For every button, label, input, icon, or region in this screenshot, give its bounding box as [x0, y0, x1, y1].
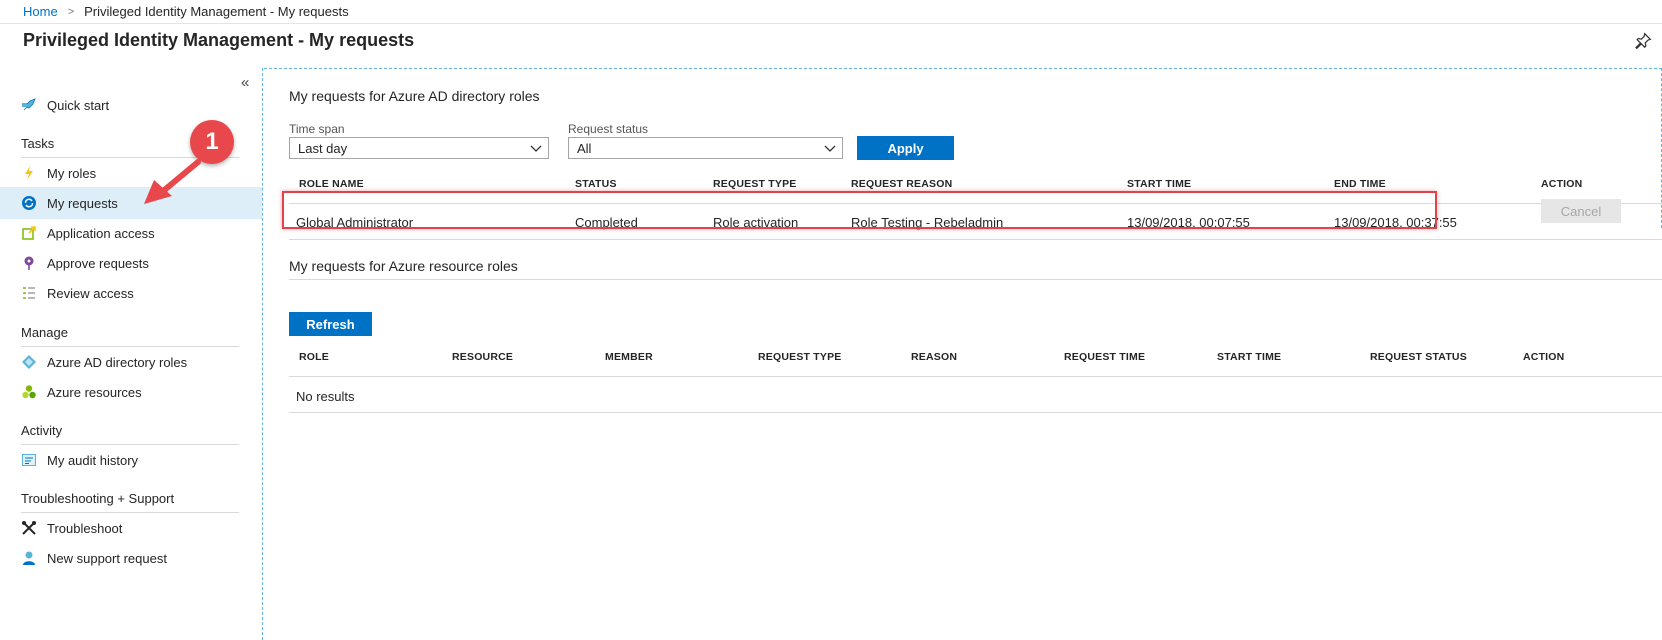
checklist-icon	[21, 285, 37, 301]
column-header: RESOURCE	[452, 351, 514, 363]
lightning-icon	[21, 165, 37, 181]
time-span-value: Last day	[298, 140, 348, 156]
directory-roles-title: My requests for Azure AD directory roles	[289, 88, 540, 104]
highlight-box	[282, 191, 1437, 229]
column-header: REQUEST STATUS	[1370, 351, 1467, 363]
sidebar-item-label: Quick start	[47, 97, 110, 113]
column-header: REQUEST TYPE	[758, 351, 842, 363]
divider	[289, 239, 1662, 240]
sidebar-item-azure-resources[interactable]: Azure resources	[0, 376, 262, 408]
refresh-circle-icon	[21, 195, 37, 211]
column-header: ROLE	[299, 351, 329, 363]
column-header: ACTION	[1541, 178, 1583, 190]
apply-button[interactable]: Apply	[857, 136, 954, 160]
column-header: MEMBER	[605, 351, 653, 363]
column-header: END TIME	[1334, 178, 1386, 190]
column-header: START TIME	[1127, 178, 1192, 190]
sidebar-item-approve-requests[interactable]: Approve requests	[0, 247, 262, 279]
time-span-select[interactable]: Last day	[289, 137, 549, 159]
page-title: Privileged Identity Management - My requ…	[23, 30, 415, 50]
column-header: ACTION	[1523, 351, 1565, 363]
chevron-down-icon	[824, 145, 836, 152]
sidebar-item-application-access[interactable]: Application access	[0, 217, 262, 249]
column-header: STATUS	[575, 178, 617, 190]
column-header: REASON	[911, 351, 958, 363]
pin-icon[interactable]	[1634, 32, 1652, 50]
annotation-arrow-icon	[144, 159, 201, 204]
wrench-cross-icon	[21, 520, 37, 536]
request-status-select[interactable]: All	[568, 137, 843, 159]
breadcrumb-home-link[interactable]: Home	[23, 4, 58, 19]
sidebar-item-troubleshoot[interactable]: Troubleshoot	[0, 512, 262, 544]
section-header-support: Troubleshooting + Support	[21, 491, 239, 513]
divider	[289, 279, 1662, 280]
breadcrumb-separator: >	[67, 5, 75, 18]
external-link-icon	[21, 225, 37, 241]
azure-ad-diamond-icon	[21, 354, 37, 370]
sidebar-item-label: Troubleshoot	[47, 520, 123, 536]
sidebar-item-label: Azure AD directory roles	[47, 354, 188, 370]
sidebar-item-label: My roles	[47, 165, 97, 181]
resource-roles-title: My requests for Azure resource roles	[289, 258, 518, 274]
sidebar-item-label: Approve requests	[47, 255, 149, 271]
sidebar-item-review-access[interactable]: Review access	[0, 277, 262, 309]
sidebar-item-label: My requests	[47, 195, 118, 211]
sidebar-item-quick-start[interactable]: Quick start	[0, 89, 262, 121]
refresh-button[interactable]: Refresh	[289, 312, 372, 336]
empty-results-text: No results	[296, 389, 355, 404]
azure-resources-cubes-icon	[21, 384, 37, 400]
time-span-label: Time span	[289, 122, 345, 136]
column-header: START TIME	[1217, 351, 1282, 363]
column-header: ROLE NAME	[299, 178, 364, 190]
sidebar-item-label: Application access	[47, 225, 155, 241]
section-header-manage: Manage	[21, 325, 239, 347]
column-header: REQUEST TYPE	[713, 178, 797, 190]
cancel-request-button[interactable]: Cancel	[1541, 199, 1621, 223]
sidebar-item-label: My audit history	[47, 452, 139, 468]
request-status-label: Request status	[568, 122, 649, 136]
column-header: REQUEST TIME	[1064, 351, 1146, 363]
sidebar-item-label: Azure resources	[47, 384, 142, 400]
divider	[289, 376, 1662, 377]
column-header: REQUEST REASON	[851, 178, 953, 190]
section-header-activity: Activity	[21, 423, 239, 445]
sidebar-item-new-support-request[interactable]: New support request	[0, 542, 262, 574]
main-content: My requests for Azure AD directory roles…	[264, 68, 1662, 640]
sidebar-item-audit-history[interactable]: My audit history	[0, 444, 262, 476]
sidebar-item-my-requests[interactable]: My requests	[0, 187, 262, 219]
support-person-icon	[21, 550, 37, 566]
quick-start-icon	[21, 97, 37, 113]
breadcrumb-current: Privileged Identity Management - My requ…	[84, 4, 349, 19]
sidebar-item-label: New support request	[47, 550, 167, 566]
sidebar-item-azure-ad-roles[interactable]: Azure AD directory roles	[0, 346, 262, 378]
chevron-down-icon	[530, 145, 542, 152]
sidebar-item-label: Review access	[47, 285, 134, 301]
audit-history-icon	[21, 452, 37, 468]
approve-pin-icon	[21, 255, 37, 271]
sidebar-item-my-roles[interactable]: My roles	[0, 157, 262, 189]
request-status-value: All	[577, 140, 592, 156]
breadcrumb: Home > Privileged Identity Management - …	[0, 0, 1662, 24]
divider	[289, 412, 1662, 413]
